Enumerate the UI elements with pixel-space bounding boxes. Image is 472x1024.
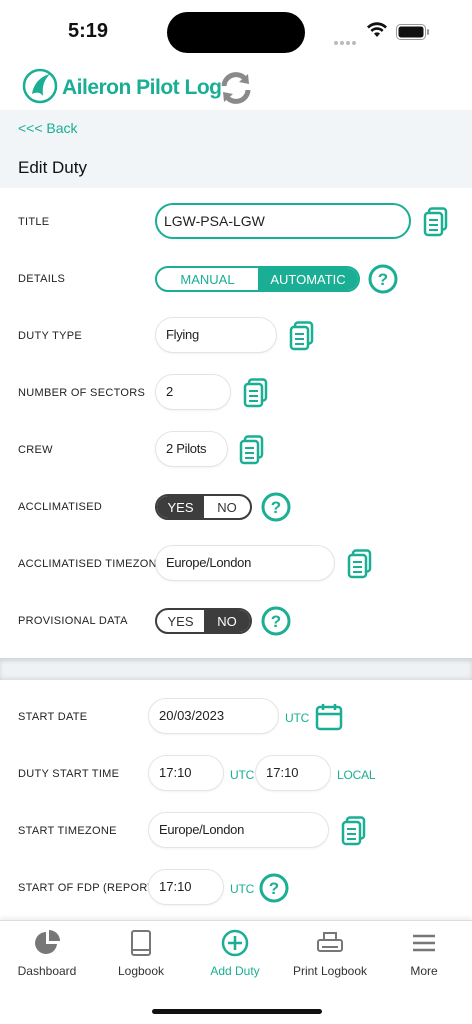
tab-print-logbook[interactable]: Print Logbook [283, 921, 377, 991]
crew-select[interactable]: 2 Pilots [155, 431, 228, 467]
details-automatic-option[interactable]: AUTOMATIC [258, 268, 358, 290]
nav-bar: <<< Back Edit Duty [0, 110, 472, 188]
details-row: DETAILS MANUAL AUTOMATIC ? [0, 260, 472, 300]
help-icon[interactable]: ? [259, 873, 289, 903]
menu-icon [413, 934, 435, 952]
signal-icon [334, 32, 358, 50]
start-date-input[interactable]: 20/03/2023 [148, 698, 279, 734]
provisional-row: PROVISIONAL DATA YES NO ? [0, 602, 472, 642]
status-bar: 5:19 [0, 0, 472, 60]
details-toggle: MANUAL AUTOMATIC [155, 266, 360, 292]
crew-label: CREW [18, 444, 53, 456]
start-date-label: START DATE [18, 711, 88, 723]
pie-chart-icon [35, 930, 60, 954]
duty-start-utc-input[interactable]: 17:10 [148, 755, 224, 791]
copy-icon[interactable] [243, 378, 269, 408]
back-link[interactable]: <<< Back [18, 120, 78, 136]
acclimatised-row: ACCLIMATISED YES NO ? [0, 488, 472, 528]
duty-start-time-label: DUTY START TIME [18, 768, 120, 780]
duty-times-section: START DATE 20/03/2023 UTC DUTY START TIM… [0, 680, 472, 920]
wifi-icon [367, 22, 387, 37]
duty-start-time-row: DUTY START TIME 17:10 UTC 17:10 LOCAL [0, 755, 472, 795]
fdp-start-input[interactable]: 17:10 [148, 869, 224, 905]
calendar-icon[interactable] [315, 703, 343, 731]
tab-label: Print Logbook [292, 964, 368, 978]
aileron-logo-icon [22, 68, 58, 104]
section-divider [0, 658, 472, 680]
start-timezone-label: START TIMEZONE [18, 825, 117, 837]
tab-label: More [410, 964, 438, 978]
duty-start-utc-unit: UTC [230, 768, 255, 782]
acclimatised-no-option[interactable]: NO [204, 496, 250, 518]
acclimatised-yes-option[interactable]: YES [157, 496, 204, 518]
printer-icon [317, 932, 343, 952]
svg-text:?: ? [269, 879, 279, 898]
acclimatised-label: ACCLIMATISED [18, 501, 103, 513]
tab-label: Logbook [117, 964, 165, 978]
acclimatised-timezone-row: ACCLIMATISED TIMEZONE Europe/London [0, 545, 472, 585]
crew-row: CREW 2 Pilots [0, 431, 472, 471]
svg-text:?: ? [271, 612, 281, 631]
start-timezone-select[interactable]: Europe/London [148, 812, 329, 848]
help-icon[interactable]: ? [368, 264, 398, 294]
fdp-start-unit: UTC [230, 882, 255, 896]
sectors-label: NUMBER OF SECTORS [18, 387, 146, 399]
duty-details-section: TITLE LGW-PSA-LGW DETAILS MANUAL AUTOMAT… [0, 188, 472, 658]
tab-label: Dashboard [17, 964, 77, 978]
details-manual-option[interactable]: MANUAL [157, 268, 258, 290]
tab-label: Add Duty [210, 964, 260, 978]
title-input[interactable]: LGW-PSA-LGW [155, 203, 411, 239]
status-time: 5:19 [68, 20, 109, 42]
start-date-unit: UTC [285, 711, 310, 725]
provisional-toggle: YES NO [155, 608, 252, 634]
duty-start-local-input[interactable]: 17:10 [255, 755, 331, 791]
title-label: TITLE [18, 216, 50, 228]
acclimatised-timezone-select[interactable]: Europe/London [155, 545, 335, 581]
sectors-input[interactable]: 2 [155, 374, 231, 410]
tab-logbook[interactable]: Logbook [94, 921, 188, 991]
start-date-row: START DATE 20/03/2023 UTC [0, 698, 472, 738]
duty-start-local-unit: LOCAL [337, 768, 376, 782]
app-name: Aileron Pilot Log [62, 76, 222, 99]
copy-icon[interactable] [289, 321, 315, 351]
duty-type-label: DUTY TYPE [18, 330, 83, 342]
svg-text:?: ? [271, 498, 281, 517]
acclimatised-toggle: YES NO [155, 494, 252, 520]
copy-icon[interactable] [423, 207, 449, 237]
help-icon[interactable]: ? [261, 606, 291, 636]
plus-circle-icon [221, 929, 249, 957]
copy-icon[interactable] [341, 816, 367, 846]
app-header: Aileron Pilot Log [0, 60, 472, 110]
duty-type-row: DUTY TYPE Flying [0, 317, 472, 357]
provisional-no-option[interactable]: NO [204, 610, 250, 632]
copy-icon[interactable] [239, 435, 265, 465]
dynamic-island [167, 12, 305, 53]
page-title: Edit Duty [18, 158, 87, 177]
battery-icon [396, 24, 429, 40]
details-label: DETAILS [18, 273, 66, 285]
home-indicator [152, 1009, 322, 1014]
help-icon[interactable]: ? [261, 492, 291, 522]
book-icon [131, 930, 151, 956]
fdp-start-row: START OF FDP (REPORT) 17:10 UTC ? [0, 869, 472, 909]
start-timezone-row: START TIMEZONE Europe/London [0, 812, 472, 852]
provisional-label: PROVISIONAL DATA [18, 615, 128, 627]
tab-more[interactable]: More [377, 921, 471, 991]
duty-type-select[interactable]: Flying [155, 317, 277, 353]
tab-add-duty[interactable]: Add Duty [188, 921, 282, 991]
provisional-yes-option[interactable]: YES [157, 610, 204, 632]
title-row: TITLE LGW-PSA-LGW [0, 203, 472, 243]
copy-icon[interactable] [347, 549, 373, 579]
sync-icon[interactable] [218, 70, 254, 106]
sectors-row: NUMBER OF SECTORS 2 [0, 374, 472, 414]
tab-dashboard[interactable]: Dashboard [0, 921, 94, 991]
fdp-start-label: START OF FDP (REPORT) [18, 882, 159, 894]
svg-text:?: ? [378, 270, 388, 289]
acclimatised-timezone-label: ACCLIMATISED TIMEZONE [18, 558, 165, 570]
